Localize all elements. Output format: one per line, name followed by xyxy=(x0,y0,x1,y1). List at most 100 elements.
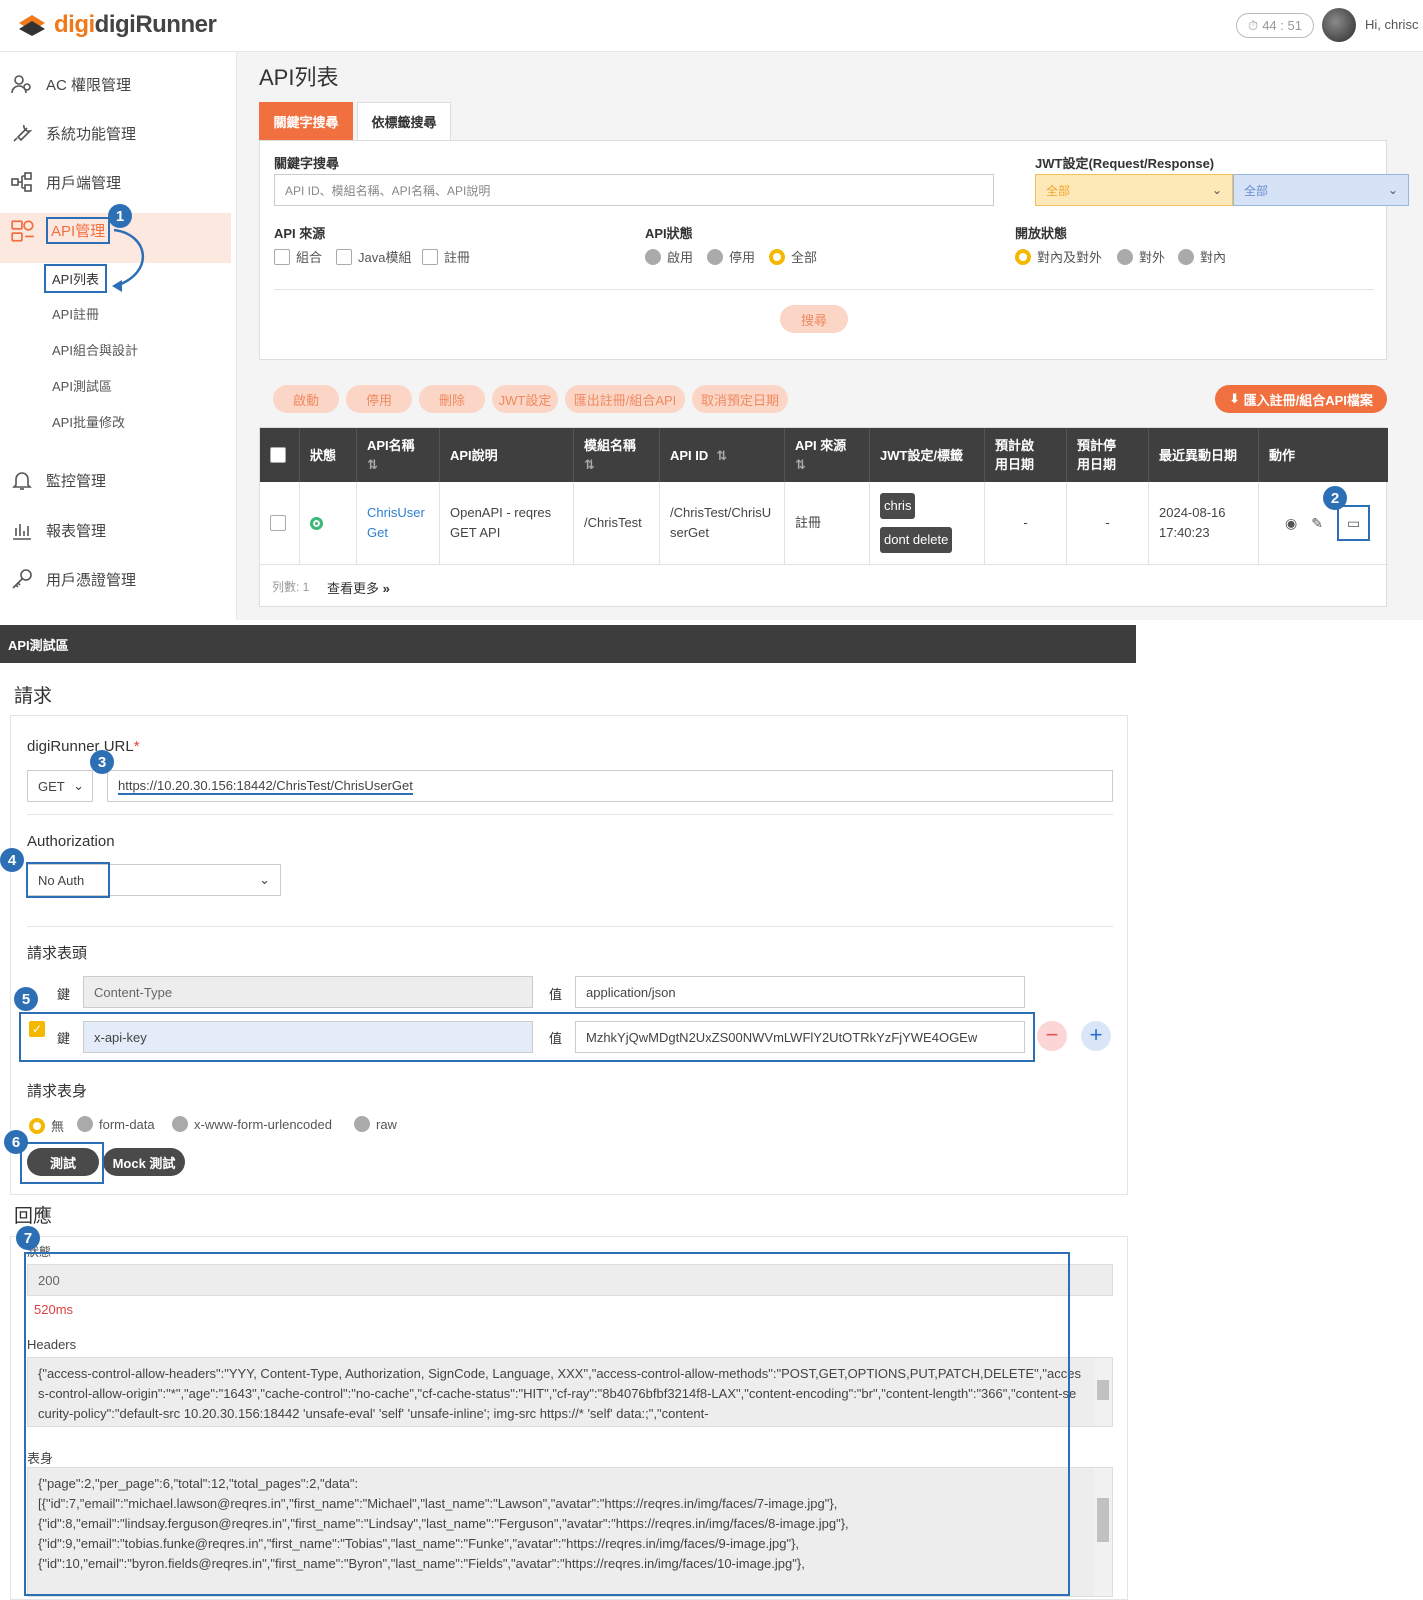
header-key-input[interactable]: x-api-key xyxy=(83,1021,533,1053)
body-option-form-data[interactable]: form-data xyxy=(77,1116,155,1132)
key-icon xyxy=(12,569,32,589)
import-button[interactable]: ⬇ 匯入註冊/組合API檔案 xyxy=(1215,385,1387,413)
annotation-badge: 3 xyxy=(90,750,114,774)
jwt-setting-button[interactable]: JWT設定 xyxy=(492,385,558,413)
logo[interactable]: digidigiRunner xyxy=(18,8,217,42)
jwt-request-select[interactable]: 全部 ⌄ xyxy=(1035,174,1233,206)
col-jwt-tags: JWT設定/標籤 xyxy=(870,428,985,482)
modified-date: 2024-08-16 17:40:23 xyxy=(1149,482,1259,564)
open-option-external[interactable]: 對外 xyxy=(1117,247,1165,266)
bar-chart-icon xyxy=(13,524,31,540)
header-enable-checkbox[interactable]: ✓ xyxy=(29,1021,45,1037)
sort-icon: ⇅ xyxy=(716,447,728,463)
test-icon[interactable]: ▭ xyxy=(1336,505,1371,541)
stop-button[interactable]: 停用 xyxy=(346,385,412,413)
source-option-register[interactable]: 註冊 xyxy=(422,247,470,266)
enable-date: - xyxy=(985,482,1067,564)
status-option-all[interactable]: 全部 xyxy=(769,247,817,266)
scrollbar[interactable] xyxy=(1094,1358,1112,1426)
col-api-name[interactable]: API名稱 ⇅ xyxy=(357,428,440,482)
url-input[interactable]: https://10.20.30.156:18442/ChrisTest/Chr… xyxy=(107,770,1113,802)
avatar[interactable] xyxy=(1322,8,1356,42)
status-option-disabled[interactable]: 停用 xyxy=(707,247,755,266)
response-time: 520ms xyxy=(34,1302,74,1317)
search-button[interactable]: 搜尋 xyxy=(780,305,848,333)
response-title: 回應 xyxy=(14,1206,53,1227)
api-name-link[interactable]: ChrisUser Get xyxy=(357,482,440,564)
resp-headers-text[interactable]: {"access-control-allow-headers":"YYY, Co… xyxy=(27,1357,1113,1427)
cancel-schedule-button[interactable]: 取消預定日期 xyxy=(692,385,788,413)
source-option-compose[interactable]: 組合 xyxy=(274,247,322,266)
disable-date: - xyxy=(1067,482,1149,564)
wrench-icon xyxy=(13,124,33,142)
source-option-java[interactable]: Java模組 xyxy=(336,247,411,266)
sidebar-item-system[interactable]: 系統功能管理 xyxy=(0,109,232,157)
sidebar-sub-api-compose[interactable]: API組合與設計 xyxy=(52,340,138,359)
method-select[interactable]: GET ⌄ xyxy=(27,770,93,802)
sidebar: AC 權限管理 系統功能管理 用戶端管理 API管理 API列表 API註冊 A… xyxy=(0,52,237,620)
eye-icon[interactable]: ◉ xyxy=(1285,513,1297,533)
tag-chip: dont delete xyxy=(880,527,953,553)
delete-button[interactable]: 刪除 xyxy=(419,385,485,413)
sidebar-sub-api-list[interactable]: API列表 xyxy=(44,264,107,293)
tab-tag-search[interactable]: 依標籤搜尋 xyxy=(357,102,451,140)
edit-icon[interactable]: ✎ xyxy=(1311,513,1323,533)
api-desc: OpenAPI - reqres GET API xyxy=(440,482,574,564)
sidebar-item-ac[interactable]: AC 權限管理 xyxy=(0,60,232,108)
annotation-badge: 2 xyxy=(1323,486,1347,510)
status-active-icon xyxy=(310,516,323,530)
annotation-arrow xyxy=(112,228,145,292)
chevron-down-icon: ⌄ xyxy=(73,778,84,793)
headers-label: 請求表頭 xyxy=(27,945,88,962)
header-key-input[interactable]: Content-Type xyxy=(83,976,533,1008)
col-api-id[interactable]: API ID ⇅ xyxy=(660,428,785,482)
test-button[interactable]: 測試 xyxy=(27,1148,99,1176)
sidebar-item-cert[interactable]: 用戶憑證管理 xyxy=(0,555,232,603)
source-label: API 來源 xyxy=(274,226,326,241)
body-label: 請求表身 xyxy=(27,1083,88,1100)
tag-chip: chris xyxy=(880,493,916,519)
mock-test-button[interactable]: Mock 測試 xyxy=(103,1148,185,1176)
sidebar-sub-api-register[interactable]: API註冊 xyxy=(52,304,99,323)
request-card: digiRunner URL* GET ⌄ https://10.20.30.15… xyxy=(10,715,1128,1195)
add-header-button[interactable]: + xyxy=(1081,1021,1111,1051)
auth-select[interactable]: No Auth ⌄ xyxy=(27,864,281,896)
more-link[interactable]: 查看更多 » xyxy=(327,578,390,597)
col-actions: 動作 xyxy=(1269,447,1296,463)
col-modified: 最近異動日期 xyxy=(1149,428,1259,482)
tab-keyword-search[interactable]: 關鍵字搜尋 xyxy=(259,102,353,140)
status-option-enabled[interactable]: 啟用 xyxy=(645,247,693,266)
page-title: API列表 xyxy=(259,65,339,90)
open-option-internal[interactable]: 對內 xyxy=(1178,247,1226,266)
keyword-input[interactable]: API ID、模組名稱、API名稱、API說明 xyxy=(274,174,994,206)
users-icon xyxy=(11,75,31,94)
remove-header-button[interactable]: − xyxy=(1037,1021,1067,1051)
sidebar-sub-api-batch[interactable]: API批量修改 xyxy=(52,412,125,431)
stopwatch-icon: ⏱ xyxy=(1248,17,1259,33)
col-module[interactable]: 模組名稱 ⇅ xyxy=(574,428,660,482)
export-button[interactable]: 匯出註冊/組合API xyxy=(565,385,685,413)
search-panel: 關鍵字搜尋 API ID、模組名稱、API名稱、API說明 JWT設定(Requ… xyxy=(259,140,1409,360)
annotation-badge: 6 xyxy=(4,1130,28,1154)
session-timer: ⏱ 44 : 51 xyxy=(1236,13,1314,38)
chevron-down-icon: ⌄ xyxy=(259,872,270,887)
open-option-both[interactable]: 對內及對外 xyxy=(1015,247,1102,266)
col-source[interactable]: API 來源 ⇅ xyxy=(785,428,870,482)
sidebar-item-monitor[interactable]: 監控管理 xyxy=(0,456,232,504)
jwt-response-select[interactable]: 全部 ⌄ xyxy=(1233,174,1409,206)
body-option-raw[interactable]: raw xyxy=(354,1116,397,1132)
start-button[interactable]: 啟動 xyxy=(273,385,339,413)
sidebar-item-client[interactable]: 用戶端管理 xyxy=(0,158,232,206)
body-option-none[interactable]: 無 xyxy=(29,1116,64,1135)
value-label: 值 xyxy=(549,987,563,1002)
url-label: digiRunner URL* xyxy=(27,738,140,755)
sidebar-item-report[interactable]: 報表管理 xyxy=(0,506,232,554)
sidebar-sub-api-test[interactable]: API測試區 xyxy=(52,376,112,395)
resp-body-text[interactable]: {"page":2,"per_page":6,"total":12,"total… xyxy=(27,1467,1113,1597)
scrollbar[interactable] xyxy=(1094,1468,1112,1596)
body-option-urlencoded[interactable]: x-www-form-urlencoded xyxy=(172,1116,332,1132)
status-value: 200 xyxy=(27,1264,1113,1296)
header-value-input[interactable]: application/json xyxy=(575,976,1025,1008)
chevron-down-icon: ⌄ xyxy=(1387,183,1398,197)
header-value-input[interactable]: MzhkYjQwMDgtN2UxZS00NWVmLWFlY2UtOTRkYzFj… xyxy=(575,1021,1025,1053)
